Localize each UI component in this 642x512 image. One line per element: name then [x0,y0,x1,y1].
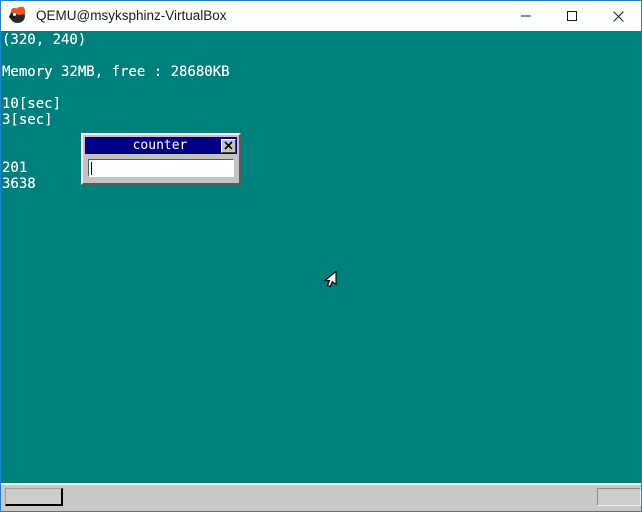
counter-text-input[interactable] [89,161,233,176]
status-panel-right[interactable] [597,488,641,506]
console-line-0: (320, 240) [2,32,87,48]
counter-window[interactable]: counter [81,133,241,185]
maximize-icon [567,11,577,21]
console-line-1 [2,48,230,64]
console-line-4: 10[sec] [2,96,62,112]
console-line-2: Memory 32MB, free : 28680KB [2,64,230,80]
guest-display-area[interactable]: (320, 240) Memory 32MB, free : 28680KB 1… [1,31,641,483]
console-line-3 [2,80,230,96]
close-button[interactable] [595,1,641,31]
counter-window-title: counter [132,138,188,153]
mouse-cursor-arrow-icon [322,270,338,293]
status-panel-left[interactable] [5,488,63,506]
text-caret [91,162,92,175]
status-bar [1,483,641,511]
counter-window-titlebar[interactable]: counter [85,137,237,154]
minimize-icon [521,15,531,17]
minimize-button[interactable] [503,1,549,31]
window-title: QEMU@msyksphinz-VirtualBox [36,8,227,23]
counter-input-container[interactable] [88,159,234,177]
window-titlebar[interactable]: QEMU@msyksphinz-VirtualBox [1,1,641,31]
console-line-5: 3[sec] [2,112,53,128]
counter-close-button[interactable] [221,138,236,153]
close-x-icon [224,141,233,150]
qemu-application-window: QEMU@msyksphinz-VirtualBox (320, 240) Me… [0,0,642,512]
qemu-penguin-icon [9,6,27,25]
titlebar-left-group: QEMU@msyksphinz-VirtualBox [1,6,503,25]
maximize-button[interactable] [549,1,595,31]
close-icon [612,10,624,22]
